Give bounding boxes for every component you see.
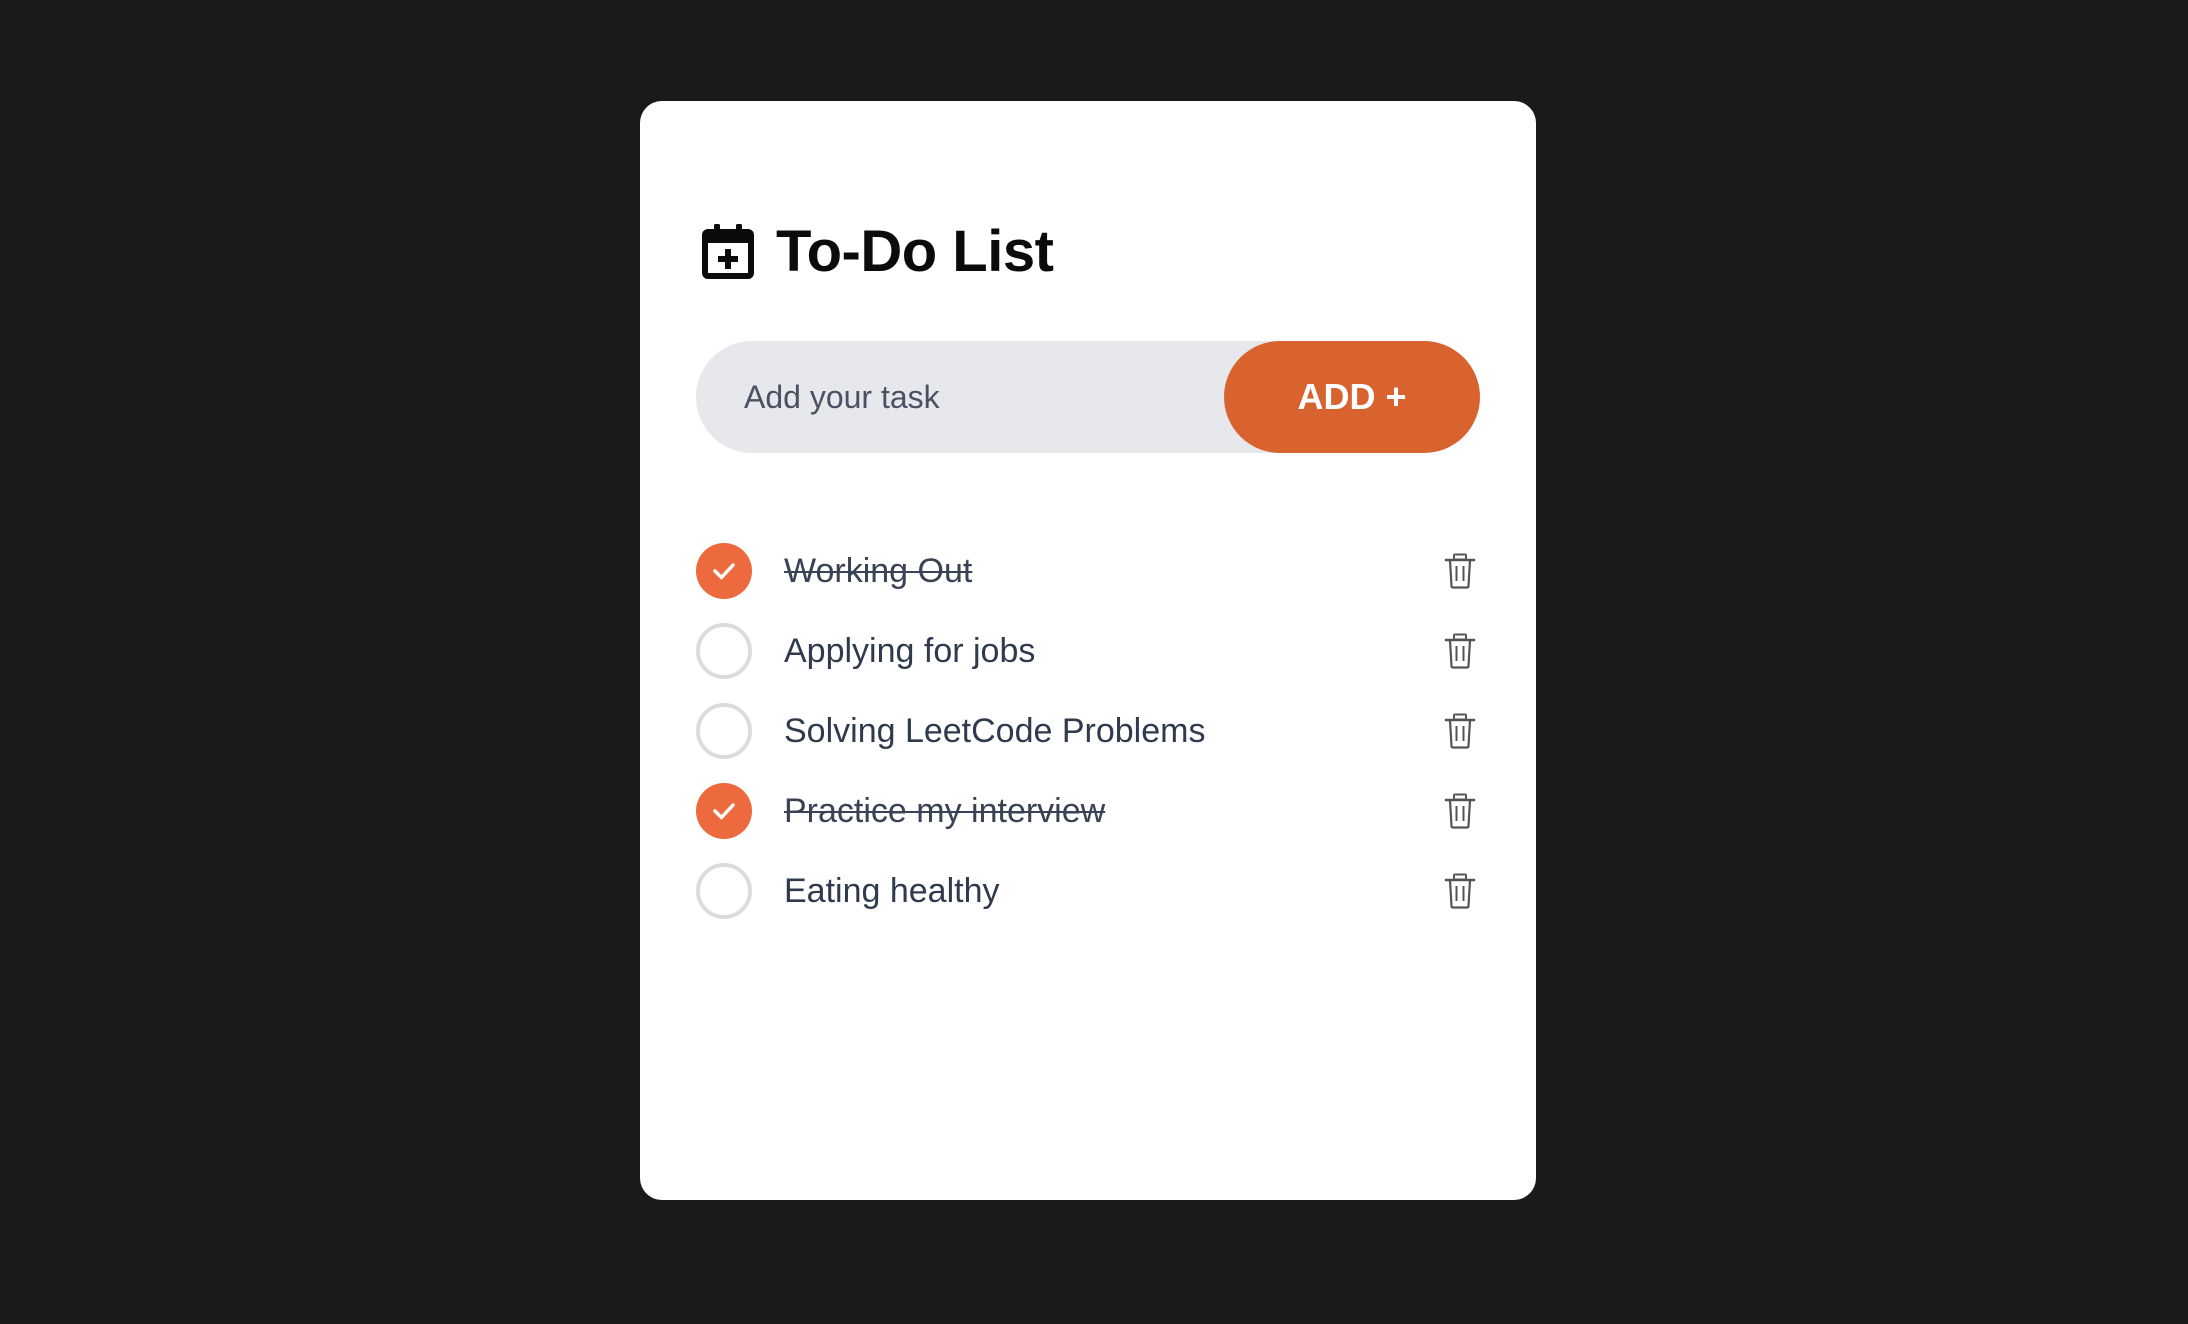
checkmark-icon bbox=[713, 563, 735, 580]
task-label: Applying for jobs bbox=[784, 631, 1036, 670]
task-checkbox[interactable] bbox=[696, 863, 752, 919]
checkmark-icon bbox=[713, 803, 735, 820]
task-input[interactable] bbox=[696, 341, 1216, 453]
todo-card: To-Do List ADD + Working Out Applying fo… bbox=[640, 101, 1536, 1200]
task-checkbox[interactable] bbox=[696, 703, 752, 759]
trash-icon[interactable] bbox=[1444, 873, 1476, 909]
task-item: Eating healthy bbox=[696, 851, 1480, 931]
trash-icon[interactable] bbox=[1444, 553, 1476, 589]
task-checkbox[interactable] bbox=[696, 623, 752, 679]
task-item: Working Out bbox=[696, 531, 1480, 611]
header: To-Do List bbox=[702, 218, 1054, 284]
task-label: Eating healthy bbox=[784, 871, 1000, 910]
task-item: Applying for jobs bbox=[696, 611, 1480, 691]
task-checkbox[interactable] bbox=[696, 783, 752, 839]
trash-icon[interactable] bbox=[1444, 713, 1476, 749]
add-task-bar: ADD + bbox=[696, 341, 1480, 453]
task-label: Working Out bbox=[784, 551, 973, 590]
task-label: Practice my interview bbox=[784, 791, 1106, 830]
task-item: Solving LeetCode Problems bbox=[696, 691, 1480, 771]
task-checkbox[interactable] bbox=[696, 543, 752, 599]
task-item: Practice my interview bbox=[696, 771, 1480, 851]
task-label: Solving LeetCode Problems bbox=[784, 711, 1206, 750]
task-list: Working Out Applying for jobs Solving Le… bbox=[696, 531, 1480, 931]
calendar-plus-icon bbox=[702, 224, 754, 279]
page-title: To-Do List bbox=[776, 218, 1054, 284]
trash-icon[interactable] bbox=[1444, 633, 1476, 669]
add-button[interactable]: ADD + bbox=[1224, 341, 1480, 453]
trash-icon[interactable] bbox=[1444, 793, 1476, 829]
